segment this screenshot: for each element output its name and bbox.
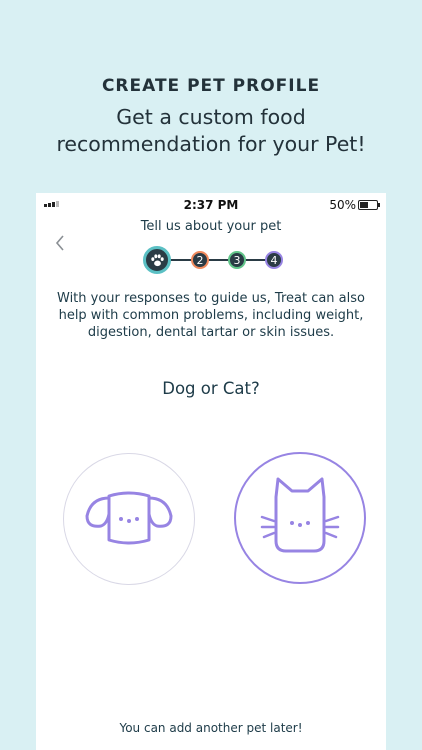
promo-subtitle-line-1: Get a custom food — [116, 105, 306, 129]
intro-text: With your responses to guide us, Treat c… — [57, 291, 365, 340]
page-title: Tell us about your pet — [140, 219, 282, 234]
promo-subtitle: Get a custom food recommendation for you… — [0, 104, 422, 158]
battery-fill — [360, 202, 368, 208]
cat-option-button[interactable] — [234, 452, 366, 584]
footer-note: You can add another pet later! — [119, 721, 303, 735]
step-current — [143, 246, 171, 274]
promo-subtitle-line-2: recommendation for your Pet! — [56, 132, 366, 156]
battery-percent: 50% — [329, 198, 356, 212]
paw-icon — [150, 253, 164, 266]
dog-icon — [85, 491, 173, 545]
dog-option-button[interactable] — [63, 453, 195, 585]
stepper-line — [165, 259, 275, 261]
cat-icon — [260, 477, 340, 553]
step-4: 4 — [265, 251, 283, 269]
step-2-label: 2 — [196, 253, 204, 267]
phone-screen: 2:37 PM 50% Tell us about your pet 2 3 4 — [36, 193, 386, 750]
chevron-left-icon[interactable] — [50, 233, 70, 253]
battery-icon — [358, 200, 380, 210]
progress-stepper: 2 3 4 — [143, 246, 288, 274]
promo-title: CREATE PET PROFILE — [101, 76, 321, 96]
step-2: 2 — [191, 251, 209, 269]
question-title: Dog or Cat? — [162, 379, 260, 398]
step-3-label: 3 — [233, 253, 241, 267]
step-3: 3 — [228, 251, 246, 269]
status-bar: 2:37 PM 50% — [36, 193, 386, 215]
step-4-label: 4 — [270, 253, 278, 267]
